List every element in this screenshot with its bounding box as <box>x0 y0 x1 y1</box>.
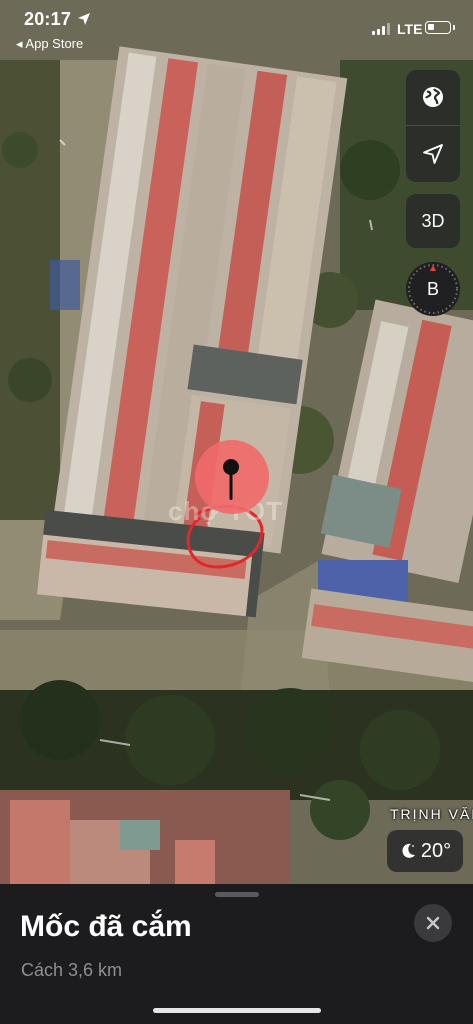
moon-icon <box>402 843 415 858</box>
battery-tip <box>453 25 455 30</box>
maps-screen: chợ TỐT 20:17 ◂ App Store LTE 3D B TRỊNH… <box>0 0 473 1024</box>
home-indicator[interactable] <box>153 1008 321 1013</box>
network-type: LTE <box>397 21 423 37</box>
map-mode-button[interactable] <box>406 70 460 124</box>
weather-badge[interactable]: 20° <box>387 830 463 872</box>
status-time: 20:17 <box>24 9 72 29</box>
close-icon <box>426 916 440 930</box>
location-arrow-icon <box>423 144 443 164</box>
compass-letter: B <box>426 278 439 299</box>
place-title: Mốc đã cắm <box>20 910 192 943</box>
sheet-grabber[interactable] <box>215 892 259 897</box>
close-button[interactable] <box>414 904 452 942</box>
current-location-button[interactable] <box>406 127 460 181</box>
controls-divider <box>406 125 460 126</box>
compass-button[interactable]: B <box>406 262 460 316</box>
place-distance: Cách 3,6 km <box>21 960 123 980</box>
globe-icon <box>423 87 443 107</box>
location-services-icon <box>78 13 90 25</box>
back-to-app-link[interactable]: ◂ App Store <box>16 36 83 52</box>
dropped-pin[interactable] <box>193 440 271 520</box>
status-bar: 20:17 ◂ App Store LTE <box>0 0 473 56</box>
street-label: TRỊNH VĂN <box>390 806 473 822</box>
battery-level <box>428 24 434 30</box>
place-card[interactable]: Mốc đã cắm Cách 3,6 km <box>0 884 473 1024</box>
satellite-map[interactable]: chợ TỐT <box>0 0 473 884</box>
map-controls <box>406 70 460 182</box>
cellular-signal-icon <box>372 23 392 35</box>
temperature: 20° <box>420 839 452 862</box>
battery-icon <box>425 21 451 34</box>
three-d-button[interactable]: 3D <box>406 194 460 248</box>
